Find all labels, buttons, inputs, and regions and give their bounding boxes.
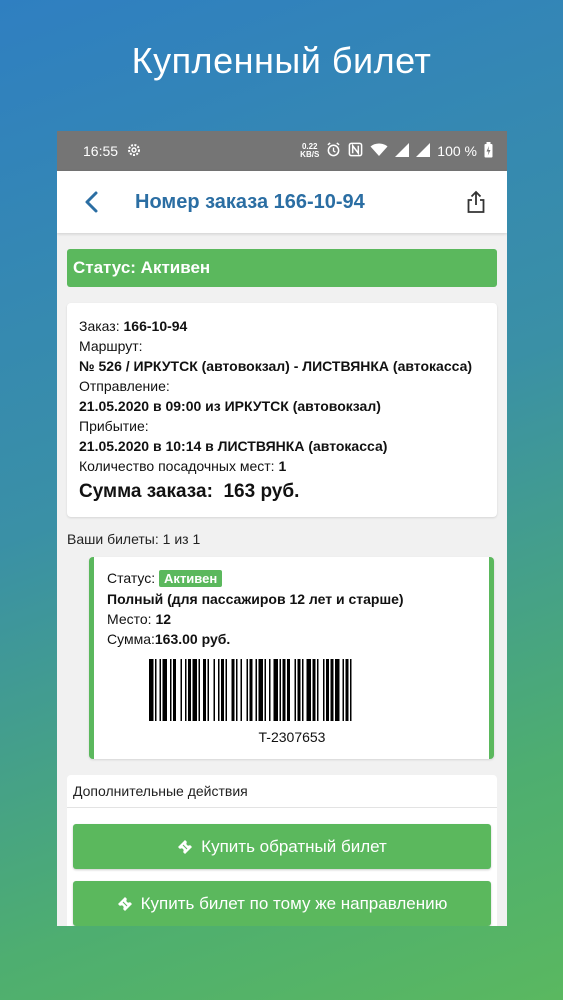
- ticket-status-label: Статус:: [107, 570, 156, 586]
- status-time: 16:55: [83, 143, 119, 159]
- buy-same-direction-button[interactable]: Купить билет по тому же направлению: [73, 881, 491, 926]
- back-button[interactable]: [77, 187, 107, 217]
- order-label: Заказ:: [79, 318, 120, 334]
- seats-label: Количество посадочных мест:: [79, 458, 275, 474]
- battery-charging-icon: [484, 141, 493, 161]
- ticket-icon: [178, 839, 193, 854]
- network-speed: 0.22 KB/S: [300, 142, 320, 159]
- order-sum-row: Сумма заказа: 163 руб.: [79, 480, 485, 504]
- tickets-caption: Ваши билеты: 1 из 1: [67, 531, 201, 547]
- departure-label: Отправление:: [79, 378, 170, 394]
- buy-return-ticket-button[interactable]: Купить обратный билет: [73, 824, 491, 869]
- ticket-fare: Полный (для пассажиров 12 лет и старше): [107, 591, 404, 607]
- nfc-icon: [348, 142, 363, 160]
- battery-level: 100 %: [437, 143, 477, 159]
- order-details-card: Заказ: 166-10-94 Маршрут: № 526 / ИРКУТС…: [67, 303, 497, 517]
- ticket-seat-row: Место: 12: [107, 609, 477, 629]
- signal-icon-2: [416, 142, 431, 160]
- ticket-card[interactable]: Статус: Активен Полный (для пассажиров 1…: [89, 557, 494, 759]
- ticket-seat-value: 12: [155, 611, 172, 627]
- ticket-status-row: Статус: Активен: [107, 568, 477, 589]
- phone-screen: 16:55 0.22 KB/S 100 % Номер заказа 166-1…: [57, 131, 507, 926]
- share-button[interactable]: [461, 187, 491, 217]
- extra-actions-header: Дополнительные действия: [67, 775, 497, 808]
- seats-value: 1: [278, 458, 287, 474]
- chevron-left-icon: [85, 191, 98, 213]
- route-value: № 526 / ИРКУТСК (автовокзал) - ЛИСТВЯНКА…: [79, 358, 473, 374]
- extra-actions-list: Купить обратный билет Купить билет по то…: [67, 808, 497, 926]
- status-bar: 16:55 0.22 KB/S 100 %: [57, 131, 507, 171]
- ticket-sum-row: Сумма:163.00 руб.: [107, 629, 477, 649]
- order-status-banner: Статус: Активен: [67, 249, 497, 287]
- order-sum-value: 163 руб.: [223, 481, 300, 502]
- page-title: Номер заказа 166-10-94: [135, 190, 365, 213]
- route-label: Маршрут:: [79, 338, 143, 354]
- ticket-icon: [117, 896, 132, 911]
- arrival-value: 21.05.2020 в 10:14 в ЛИСТВЯНКА (автокасс…: [79, 438, 388, 454]
- order-number-row: Заказ: 166-10-94: [79, 316, 485, 336]
- seats-row: Количество посадочных мест: 1: [79, 456, 485, 476]
- ticket-number: T-2307653: [258, 729, 326, 745]
- promo-title: Купленный билет: [131, 40, 432, 81]
- share-icon: [467, 190, 485, 213]
- content-area: Статус: Активен Заказ: 166-10-94 Маршрут…: [57, 233, 507, 926]
- order-sum-label: Сумма заказа:: [79, 481, 213, 502]
- app-bar: Номер заказа 166-10-94: [57, 171, 507, 233]
- arrival-label: Прибытие:: [79, 418, 149, 434]
- ticket-sum-label: Сумма:: [107, 631, 155, 647]
- buy-return-ticket-label: Купить обратный билет: [201, 836, 387, 856]
- buy-same-direction-label: Купить билет по тому же направлению: [140, 893, 448, 913]
- order-number: 166-10-94: [123, 318, 188, 334]
- ticket-barcode: [149, 659, 352, 721]
- settings-gear-icon: [126, 142, 142, 161]
- ticket-seat-label: Место:: [107, 611, 152, 627]
- ticket-sum-value: 163.00 руб.: [154, 631, 231, 647]
- departure-value: 21.05.2020 в 09:00 из ИРКУТСК (автовокза…: [79, 398, 381, 414]
- alarm-icon: [326, 142, 341, 160]
- signal-icon-1: [395, 142, 410, 160]
- wifi-icon: [370, 143, 388, 160]
- ticket-status-badge: Активен: [159, 570, 223, 587]
